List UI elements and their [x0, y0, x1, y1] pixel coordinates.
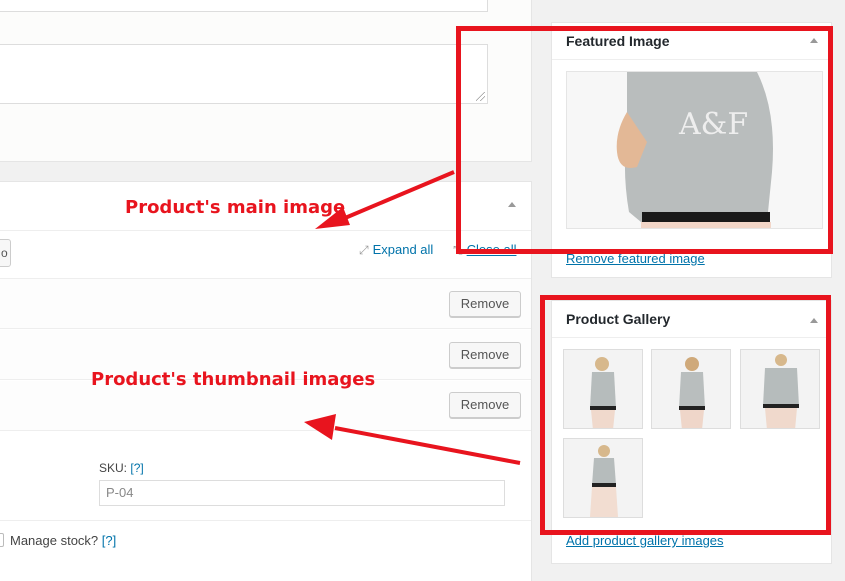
- arrow-thumbs-head: [304, 414, 336, 440]
- annotation-arrows: [304, 170, 521, 465]
- arrow-main-line: [344, 170, 455, 220]
- annotation-thumbnail-images: Product's thumbnail images: [91, 369, 376, 390]
- arrow-thumbs-line: [334, 426, 521, 465]
- annotation-main-image: Product's main image: [125, 197, 346, 218]
